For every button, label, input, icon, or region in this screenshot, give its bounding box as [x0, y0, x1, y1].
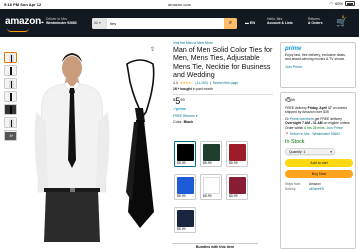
flag-icon: ▬ — [245, 21, 249, 25]
battery-icon — [345, 1, 355, 6]
color-swatch[interactable]: $5.99 — [226, 141, 248, 167]
buy-box: $599 FREE delivery Friday, April 17 on o… — [280, 92, 356, 249]
search-icon: ⌕ — [228, 20, 233, 26]
add-to-cart-button[interactable]: Add to cart — [285, 159, 353, 168]
thumbnail[interactable] — [4, 91, 17, 102]
prime-delivery-info: Or Prime members get FREE delivery Overn… — [285, 116, 351, 130]
product-photo — [34, 53, 155, 242]
product-price: $599 — [173, 96, 185, 107]
swatch-color — [203, 144, 220, 161]
stock-status: In Stock — [285, 139, 305, 146]
swatch-color — [229, 144, 246, 161]
ships-from-row: Ships from Amazon — [285, 182, 321, 187]
bundles-section-header[interactable]: Bundles with this item — [172, 243, 258, 249]
thumbnail[interactable] — [4, 78, 17, 89]
seller-link[interactable]: ukSaneKS — [309, 187, 324, 191]
swatch-price: $5.99 — [229, 193, 238, 198]
join-prime-link[interactable]: Join Prime — [285, 65, 351, 69]
model-figure — [34, 53, 110, 242]
rating-score: 4.4 — [173, 81, 178, 86]
chevron-down-icon: ▾ — [330, 150, 332, 155]
share-icon[interactable]: ⇪ — [150, 46, 155, 53]
buybox-price: $599 — [285, 97, 295, 104]
deliver-to[interactable]: Deliver to Mrs Westminster 92683 — [46, 17, 77, 26]
amazon-logo[interactable]: amazon — [5, 16, 41, 27]
color-label: Color: Black — [173, 120, 194, 125]
color-swatch[interactable]: $5.99 — [200, 141, 222, 167]
visit-store-link[interactable]: Visit the Man of Men Store — [173, 41, 273, 45]
language-select[interactable]: ▬ EN — [245, 21, 255, 25]
status-bar: 5:16 PM Sun Apr 12 amazon.com ◠ 65% — [0, 0, 359, 9]
site-header: amazon ⌖ Deliver to Mrs Westminster 9268… — [0, 9, 359, 37]
bought-count: 1K+ bought in past month — [173, 86, 214, 91]
swatch-color — [203, 177, 220, 194]
prime-promo-box: prime Enjoy fast, free delivery, exclusi… — [280, 42, 356, 88]
rating-count[interactable]: (11,150) — [195, 81, 207, 85]
battery-percent: 65% — [334, 1, 343, 6]
divider — [173, 93, 273, 95]
prime-promo-text: Enjoy fast, free delivery, exclusive dea… — [285, 53, 346, 62]
product-info: Visit the Man of Men Store Man of Men So… — [173, 41, 273, 124]
swatch-color — [177, 144, 194, 161]
image-thumbnails: 6+ — [4, 52, 18, 143]
prime-badge: ✓prime — [173, 107, 186, 112]
join-prime-link-2[interactable]: Join Prime — [326, 126, 342, 130]
swatch-price: $5.99 — [177, 193, 186, 198]
thumbnail-more[interactable]: 6+ — [4, 130, 17, 141]
deliver-line2: Westminster 92683 — [46, 21, 77, 26]
account-menu[interactable]: Hello, Mrs Account & Lists — [267, 17, 293, 26]
thumbnail[interactable] — [4, 52, 17, 63]
swatch-price: $5.99 — [177, 160, 186, 165]
location-pin-icon: ⌖ — [41, 20, 44, 26]
search-bar: All ▾ ties ⌕ — [92, 18, 237, 29]
swatch-price: $5.99 — [203, 160, 212, 165]
cart-icon[interactable]: 🛒 — [336, 17, 347, 28]
color-swatch[interactable]: $5.99 — [200, 174, 222, 200]
swatch-color — [177, 210, 194, 227]
search-input[interactable]: ties — [110, 18, 116, 29]
delivery-info: FREE delivery Friday, April 17 on orders… — [285, 106, 348, 115]
wifi-icon: ◠ — [329, 1, 333, 6]
color-swatch[interactable]: $5.99 — [226, 174, 248, 200]
status-icons: ◠ 65% — [329, 1, 355, 6]
star-rating-icon[interactable]: ★★★★☆ — [180, 81, 194, 85]
swatch-color — [229, 177, 246, 194]
sold-by-row: Sold by ukSaneKS — [285, 187, 325, 192]
buy-now-button[interactable]: Buy Now — [285, 170, 353, 179]
amazon-smile-icon — [7, 28, 29, 32]
prime-logo: prime — [285, 46, 302, 52]
orders-link[interactable]: Returns & Orders — [308, 17, 323, 26]
orders-line2: & Orders — [308, 21, 323, 26]
account-line2: Account & Lists — [267, 21, 293, 26]
color-swatch[interactable]: $5.99 — [174, 207, 196, 233]
swatch-price: $5.99 — [203, 193, 212, 198]
quantity-select[interactable]: Quantity: 1 ▾ — [285, 148, 335, 156]
color-swatch[interactable]: $5.99 — [174, 141, 196, 167]
main-product-image[interactable] — [22, 42, 167, 242]
deliver-location-link[interactable]: 📍 Deliver to Mrs - Westminster 92683 — [285, 132, 351, 136]
color-swatch[interactable]: $5.99 — [174, 174, 196, 200]
url-bar[interactable]: amazon.com — [0, 2, 359, 7]
rating-row: 4.4 ★★★★☆ (11,150) | Search this page — [173, 81, 239, 86]
search-this-page-link[interactable]: Search this page — [213, 81, 238, 85]
product-title: Man of Men Solid Color Ties for Men, Men… — [173, 46, 273, 79]
swatch-price: $5.99 — [229, 160, 238, 165]
search-button[interactable]: ⌕ — [224, 18, 237, 29]
thumbnail[interactable] — [4, 104, 17, 115]
thumbnail[interactable] — [4, 117, 17, 128]
prime-members-link[interactable]: Prime members — [290, 117, 314, 121]
swatch-price: $5.99 — [177, 226, 186, 231]
search-category-select[interactable]: All ▾ — [92, 18, 107, 29]
tie-product — [126, 59, 155, 228]
thumbnail[interactable] — [4, 65, 17, 76]
free-returns-link[interactable]: FREE Returns ▾ — [173, 114, 273, 118]
swatch-color — [177, 177, 194, 194]
